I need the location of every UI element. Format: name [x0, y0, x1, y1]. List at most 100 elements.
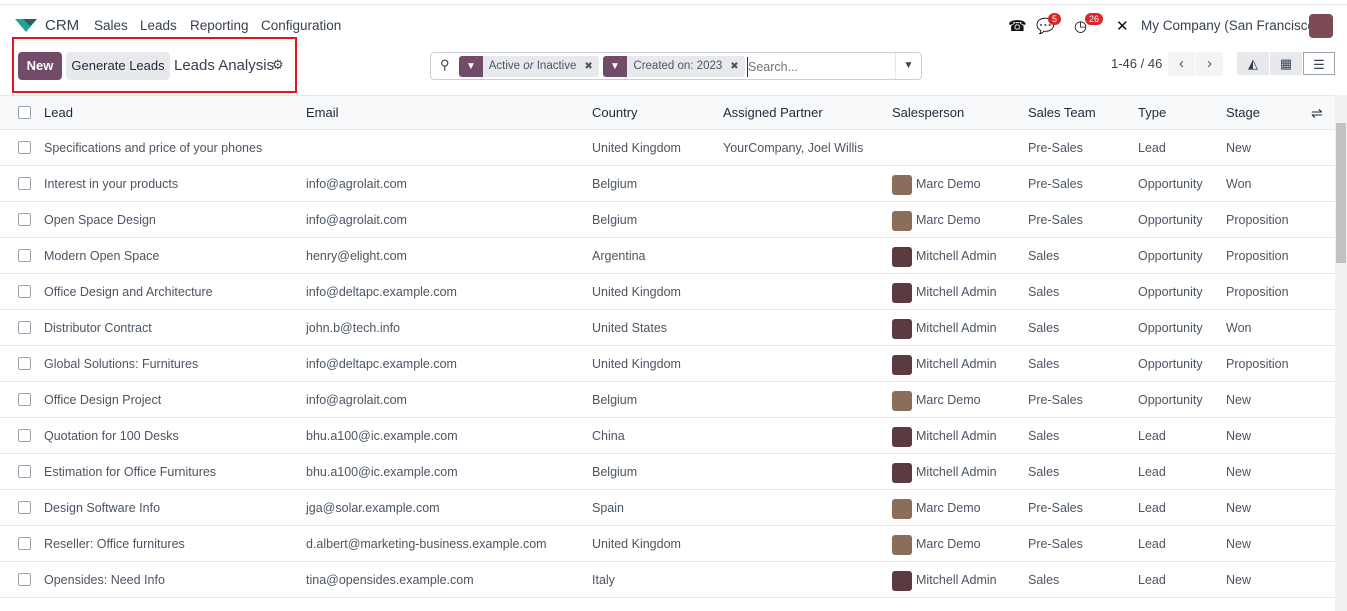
phone-icon[interactable]: ☎: [1008, 17, 1027, 35]
facet-or: or: [523, 60, 534, 72]
new-button[interactable]: New: [18, 52, 62, 80]
cell-type: Opportunity: [1138, 177, 1203, 191]
table-row[interactable]: Interest in your products info@agrolait.c…: [0, 166, 1335, 202]
gear-icon[interactable]: ⚙: [272, 57, 284, 73]
page-title: Leads Analysis: [174, 57, 275, 74]
salesperson-name: Mitchell Admin: [916, 285, 997, 299]
graph-view-icon[interactable]: ◭: [1237, 52, 1269, 75]
row-checkbox[interactable]: [18, 465, 31, 478]
tools-icon[interactable]: ✕: [1116, 17, 1129, 35]
row-checkbox[interactable]: [18, 285, 31, 298]
menu-leads[interactable]: Leads: [140, 18, 177, 33]
app-name[interactable]: CRM: [45, 17, 79, 34]
user-avatar[interactable]: [1309, 14, 1333, 38]
cell-lead: Specifications and price of your phones: [44, 141, 263, 155]
crm-logo-icon[interactable]: [15, 17, 37, 33]
cell-sales-team: Pre-Sales: [1028, 213, 1083, 227]
select-all-checkbox[interactable]: [18, 106, 31, 119]
table-row[interactable]: Office Design and Architecture info@delta…: [0, 274, 1335, 310]
row-checkbox[interactable]: [18, 177, 31, 190]
salesperson-name: Mitchell Admin: [916, 321, 997, 335]
cell-sales-team: Pre-Sales: [1028, 393, 1083, 407]
row-checkbox[interactable]: [18, 213, 31, 226]
cell-type: Lead: [1138, 429, 1166, 443]
search-icon: ⚲: [440, 57, 450, 72]
cell-stage: New: [1226, 465, 1252, 479]
cell-salesperson: Mitchell Admin: [892, 418, 997, 454]
table-row[interactable]: Opensides: Need Info tina@opensides.examp…: [0, 562, 1335, 598]
column-header-sales-team[interactable]: Sales Team: [1028, 96, 1096, 130]
cell-lead: Reseller: Office furnitures: [44, 537, 185, 551]
column-header-stage[interactable]: Stage: [1226, 96, 1260, 130]
menu-sales[interactable]: Sales: [94, 18, 128, 33]
cell-email: info@agrolait.com: [306, 213, 407, 227]
cell-email: jga@solar.example.com: [306, 501, 440, 515]
scrollbar-thumb[interactable]: [1336, 123, 1346, 263]
cell-email: bhu.a100@ic.example.com: [306, 465, 458, 479]
facet-active: ▼ Active or Inactive ✖: [459, 56, 599, 77]
menu-reporting[interactable]: Reporting: [190, 18, 249, 33]
column-header-email[interactable]: Email: [306, 96, 339, 130]
cell-sales-team: Pre-Sales: [1028, 141, 1083, 155]
row-checkbox[interactable]: [18, 537, 31, 550]
avatar: [892, 390, 912, 411]
table-row[interactable]: Estimation for Office Furnitures bhu.a100…: [0, 454, 1335, 490]
cell-type: Opportunity: [1138, 249, 1203, 263]
chevron-down-icon[interactable]: ▼: [895, 53, 921, 79]
column-header-salesperson[interactable]: Salesperson: [892, 96, 964, 130]
cell-lead: Interest in your products: [44, 177, 179, 191]
next-page-button[interactable]: ›: [1196, 52, 1223, 76]
cell-sales-team: Pre-Sales: [1028, 537, 1083, 551]
chat-badge: 5: [1048, 13, 1062, 25]
row-checkbox[interactable]: [18, 393, 31, 406]
cell-salesperson: Marc Demo: [892, 202, 981, 238]
activity-badge: 26: [1085, 13, 1104, 25]
pivot-view-icon[interactable]: ▦: [1270, 52, 1302, 75]
company-switcher[interactable]: My Company (San Francisco): [1141, 18, 1320, 33]
cell-email: henry@elight.com: [306, 249, 407, 263]
column-header-assigned-partner[interactable]: Assigned Partner: [723, 96, 823, 130]
row-checkbox[interactable]: [18, 573, 31, 586]
table-row[interactable]: Specifications and price of your phones U…: [0, 130, 1335, 166]
table-row[interactable]: Office Design Project info@agrolait.com Be…: [0, 382, 1335, 418]
table-row[interactable]: Global Solutions: Furnitures info@deltapc…: [0, 346, 1335, 382]
row-checkbox[interactable]: [18, 429, 31, 442]
cell-email: info@agrolait.com: [306, 177, 407, 191]
pager-value[interactable]: 1-46 / 46: [1111, 56, 1162, 71]
scrollbar[interactable]: [1335, 95, 1347, 611]
generate-leads-button[interactable]: Generate Leads: [66, 52, 170, 80]
cell-lead: Modern Open Space: [44, 249, 160, 263]
table-row[interactable]: Design Software Info jga@solar.example.co…: [0, 490, 1335, 526]
row-checkbox[interactable]: [18, 141, 31, 154]
column-header-country[interactable]: Country: [592, 96, 638, 130]
column-header-type[interactable]: Type: [1138, 96, 1166, 130]
cell-country: China: [592, 429, 625, 443]
search-input[interactable]: [747, 57, 897, 77]
row-checkbox[interactable]: [18, 249, 31, 262]
list-view-icon[interactable]: ☰: [1303, 52, 1335, 75]
table-row[interactable]: Distributor Contract john.b@tech.info Unit…: [0, 310, 1335, 346]
row-checkbox[interactable]: [18, 357, 31, 370]
table-row[interactable]: Quotation for 100 Desks bhu.a100@ic.examp…: [0, 418, 1335, 454]
cell-salesperson: Mitchell Admin: [892, 346, 997, 382]
prev-page-button[interactable]: ‹: [1168, 52, 1195, 76]
avatar: [892, 570, 912, 591]
cell-country: United States: [592, 321, 668, 335]
salesperson-name: Mitchell Admin: [916, 465, 997, 479]
menu-configuration[interactable]: Configuration: [261, 18, 341, 33]
table-row[interactable]: Reseller: Office furnitures d.albert@mark…: [0, 526, 1335, 562]
row-checkbox[interactable]: [18, 501, 31, 514]
close-icon[interactable]: ✖: [730, 61, 738, 72]
table-row[interactable]: Modern Open Space henry@elight.com Argenti…: [0, 238, 1335, 274]
column-settings-icon[interactable]: ⇌: [1311, 96, 1323, 130]
column-header-lead[interactable]: Lead: [44, 96, 73, 130]
row-checkbox[interactable]: [18, 321, 31, 334]
cell-assigned-partner: YourCompany, Joel Willis: [723, 141, 864, 155]
avatar: [892, 246, 912, 267]
close-icon[interactable]: ✖: [584, 61, 592, 72]
table-row[interactable]: Open Space Design info@agrolait.com Belgiu…: [0, 202, 1335, 238]
cell-country: United Kingdom: [592, 357, 681, 371]
cell-type: Opportunity: [1138, 285, 1203, 299]
cell-email: d.albert@marketing-business.example.com: [306, 537, 547, 551]
salesperson-name: Mitchell Admin: [916, 249, 997, 263]
